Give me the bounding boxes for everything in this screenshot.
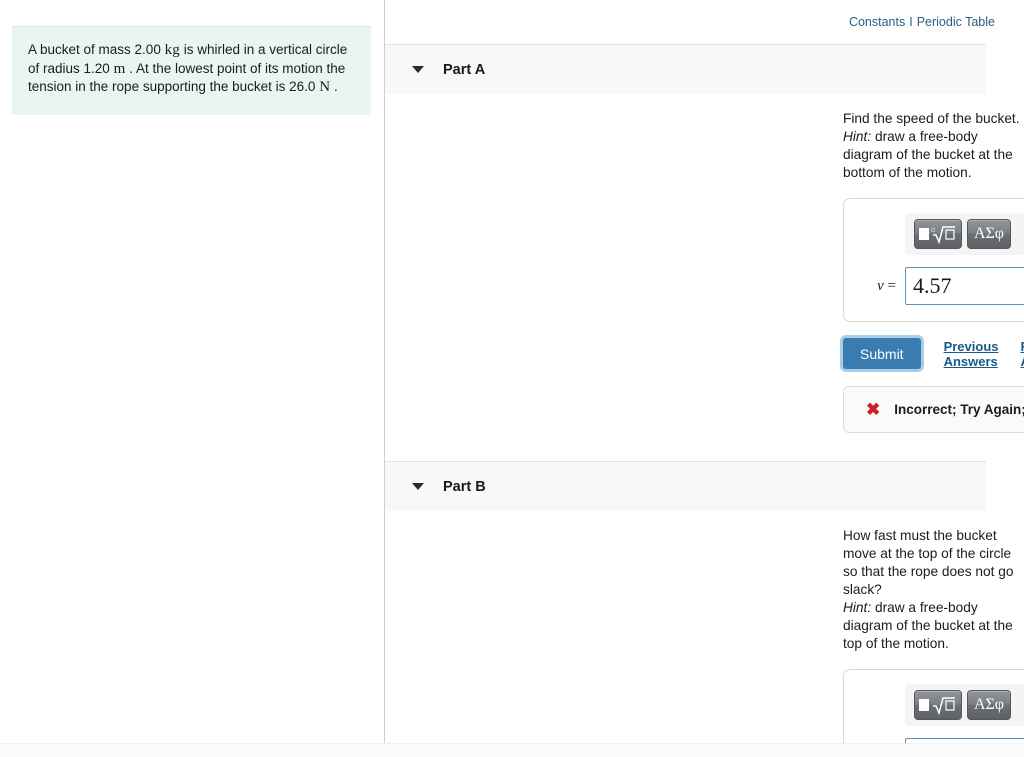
- filled-square-icon: [919, 228, 929, 240]
- part-b-hint-label: Hint:: [843, 600, 872, 615]
- svg-text:▫: ▫: [931, 226, 936, 234]
- filled-square-icon: [919, 699, 929, 711]
- resources-separator: I: [909, 15, 913, 29]
- page-root: A bucket of mass 2.00 kg is whirled in a…: [0, 0, 1024, 757]
- nth-root-icon: [931, 695, 957, 716]
- part-b-variable: v: [877, 748, 884, 757]
- part-b-question-text: How fast must the bucket move at the top…: [843, 528, 1014, 597]
- chevron-down-icon[interactable]: [412, 66, 424, 73]
- problem-content-pane: Constants I Periodic Table Part A Find t…: [385, 0, 1024, 757]
- part-b-variable-label: v =: [860, 749, 905, 757]
- chevron-down-icon[interactable]: [412, 483, 424, 490]
- part-b-header[interactable]: Part B: [385, 461, 986, 511]
- part-a-toolbar: ▫ ΑΣφ: [905, 213, 1024, 255]
- part-b-question: How fast must the bucket move at the top…: [843, 527, 1024, 653]
- part-a-request-answer-link[interactable]: Request Answer: [1021, 339, 1024, 369]
- part-a-previous-answers-link[interactable]: Previous Answers: [944, 339, 999, 369]
- part-b-answer-input[interactable]: [905, 738, 1024, 757]
- periodic-table-link[interactable]: Periodic Table: [917, 15, 995, 29]
- part-a-feedback-text: Incorrect; Try Again; 4 attempts remaini…: [894, 402, 1024, 417]
- part-a-body: Find the speed of the bucket. Hint: draw…: [385, 94, 1024, 433]
- part-a-header[interactable]: Part A: [385, 44, 986, 94]
- greek-symbols-button[interactable]: ΑΣφ: [967, 219, 1011, 249]
- greek-symbols-button[interactable]: ΑΣφ: [967, 690, 1011, 720]
- problem-statement-box: A bucket of mass 2.00 kg is whirled in a…: [12, 26, 371, 115]
- part-a-feedback: ✖ Incorrect; Try Again; 4 attempts remai…: [843, 386, 1024, 433]
- nth-root-icon: ▫: [931, 224, 957, 245]
- part-a-question-text: Find the speed of the bucket.: [843, 111, 1020, 126]
- part-a-equals: =: [887, 277, 896, 294]
- part-a-answer-box: ▫ ΑΣφ v = 4.57: [843, 198, 1024, 322]
- problem-text-1: A bucket of mass 2.00: [28, 42, 165, 57]
- constants-link[interactable]: Constants: [849, 15, 905, 29]
- resources-bar: Constants I Periodic Table: [385, 0, 1024, 44]
- part-a-input-row: v = m/s: [860, 267, 1024, 305]
- part-a-hint-label: Hint:: [843, 129, 872, 144]
- unit-meter: m: [113, 60, 126, 77]
- math-template-button[interactable]: ▫: [914, 219, 962, 249]
- part-b-title: Part B: [443, 478, 486, 495]
- part-a-question: Find the speed of the bucket. Hint: draw…: [843, 110, 1024, 182]
- unit-kilogram: kg: [164, 42, 180, 58]
- part-a-variable: v: [877, 277, 884, 294]
- part-a-submit-button[interactable]: Submit: [843, 338, 921, 369]
- problem-text-4: .: [330, 79, 338, 95]
- part-a-title: Part A: [443, 61, 486, 78]
- part-a-answer-input[interactable]: [905, 267, 1024, 305]
- x-mark-icon: ✖: [866, 400, 881, 419]
- unit-newton: N: [319, 79, 331, 96]
- part-b-toolbar: ΑΣφ: [905, 684, 1024, 726]
- part-a-variable-label: v =: [860, 278, 905, 295]
- part-b-equals: =: [887, 748, 896, 757]
- part-b-input-row: v = m/s: [860, 738, 1024, 757]
- problem-statement-text: A bucket of mass 2.00 kg is whirled in a…: [28, 41, 355, 97]
- part-b-section: Part B How fast must the bucket move at …: [385, 461, 1024, 757]
- part-a-section: Part A Find the speed of the bucket. Hin…: [385, 44, 1024, 433]
- problem-sidebar: A bucket of mass 2.00 kg is whirled in a…: [0, 0, 385, 757]
- part-b-answer-box: ΑΣφ v =: [843, 669, 1024, 757]
- math-template-button[interactable]: [914, 690, 962, 720]
- part-a-actions: Submit Previous Answers Request Answer: [843, 338, 1024, 369]
- part-b-body: How fast must the bucket move at the top…: [385, 511, 1024, 757]
